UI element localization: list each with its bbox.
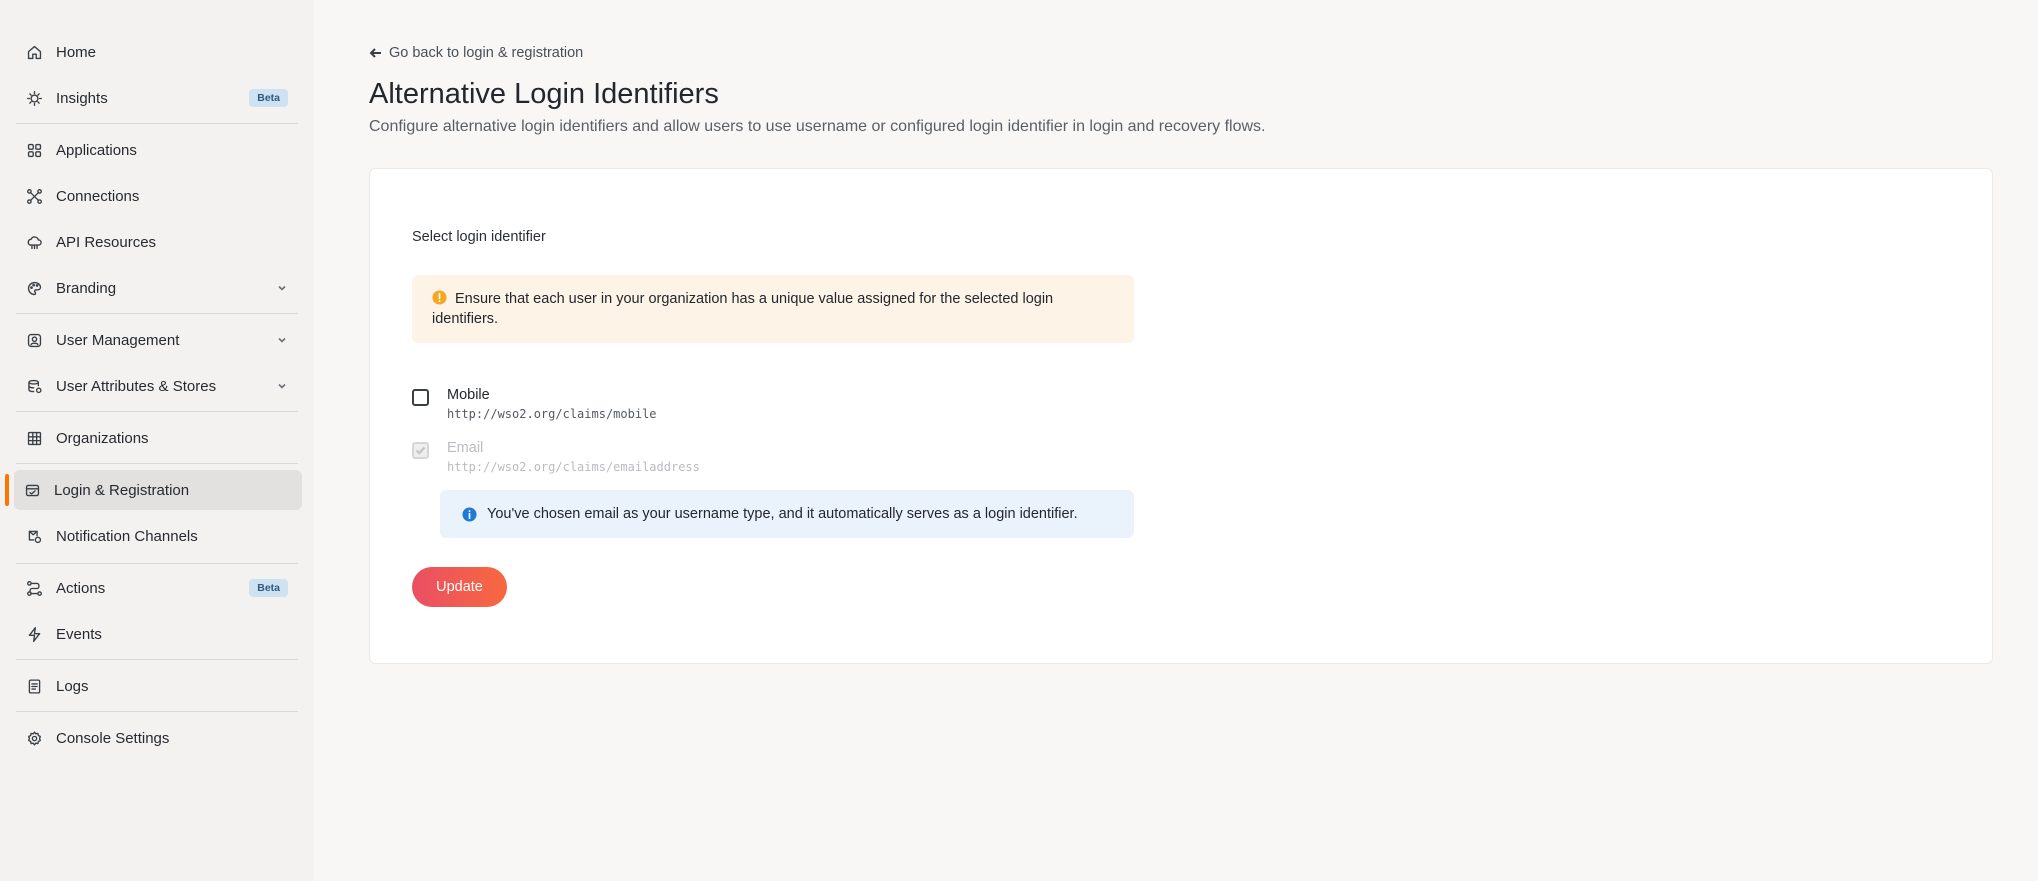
sidebar-item-label: Applications (56, 141, 137, 159)
email-claim-uri: http://wso2.org/claims/emailaddress (447, 460, 700, 474)
chevron-down-icon (276, 333, 288, 345)
back-link[interactable]: Go back to login & registration (369, 45, 583, 61)
chevron-down-icon (276, 379, 288, 391)
beta-badge: Beta (249, 579, 288, 597)
sidebar-item-console-settings[interactable]: Console Settings (16, 718, 302, 758)
back-link-label: Go back to login & registration (389, 45, 584, 61)
bulb-icon (24, 88, 44, 108)
sidebar-item-actions[interactable]: Actions Beta (16, 568, 302, 608)
beta-badge: Beta (249, 89, 288, 107)
sidebar-item-label: Login & Registration (54, 481, 190, 499)
divider (16, 563, 298, 564)
divider (16, 313, 298, 314)
logs-icon (24, 676, 44, 696)
sidebar-item-label: Events (56, 625, 102, 643)
connections-icon (24, 186, 44, 206)
sidebar-item-home[interactable]: Home (16, 32, 302, 72)
sidebar-item-label: Organizations (56, 429, 149, 447)
main-content: Go back to login & registration Alternat… (314, 0, 2038, 881)
section-label: Select login identifier (412, 229, 546, 245)
divider (16, 659, 298, 660)
building-icon (24, 428, 44, 448)
sidebar-item-label: Notification Channels (56, 527, 198, 545)
sidebar-item-user-attributes-stores[interactable]: User Attributes & Stores (16, 366, 302, 406)
sidebar-item-api-resources[interactable]: API Resources (16, 222, 302, 262)
sidebar-item-notification-channels[interactable]: Notification Channels (16, 516, 302, 556)
sidebar-item-organizations[interactable]: Organizations (16, 418, 302, 458)
sidebar-item-label: Branding (56, 279, 117, 297)
sidebar-item-branding[interactable]: Branding (16, 268, 302, 308)
mobile-checkbox[interactable] (412, 389, 429, 406)
email-checkbox[interactable] (412, 442, 429, 459)
sidebar: Home Insights Beta Applications Connecti… (0, 0, 314, 881)
sidebar-item-label: API Resources (56, 233, 157, 251)
sidebar-item-label: Logs (56, 677, 89, 695)
checkmark-icon (415, 446, 426, 455)
sidebar-item-insights[interactable]: Insights Beta (16, 78, 302, 118)
login-icon (22, 480, 42, 500)
sidebar-item-label: User Attributes & Stores (56, 377, 217, 395)
sidebar-item-label: Home (56, 43, 97, 61)
sidebar-item-login-registration[interactable]: Login & Registration (14, 470, 302, 510)
settings-card: Select login identifier Ensure that each… (369, 168, 1993, 664)
sidebar-item-events[interactable]: Events (16, 614, 302, 654)
sidebar-item-label: Console Settings (56, 729, 170, 747)
info-text: You've chosen email as your username typ… (487, 506, 1078, 522)
actions-icon (24, 578, 44, 598)
active-indicator (5, 474, 9, 506)
email-option: Email http://wso2.org/claims/emailaddres… (412, 440, 912, 480)
notification-icon (24, 526, 44, 546)
sidebar-item-label: User Management (56, 331, 180, 349)
divider (16, 411, 298, 412)
settings-icon (24, 728, 44, 748)
update-button[interactable]: Update (412, 567, 507, 607)
database-icon (24, 376, 44, 396)
page-title: Alternative Login Identifiers (369, 78, 719, 110)
bolt-icon (24, 624, 44, 644)
sidebar-item-applications[interactable]: Applications (16, 130, 302, 170)
email-label: Email (447, 440, 484, 456)
divider (16, 123, 298, 124)
sidebar-item-user-management[interactable]: User Management (16, 320, 302, 360)
info-message: You've chosen email as your username typ… (440, 490, 1134, 538)
user-icon (24, 330, 44, 350)
home-icon (24, 42, 44, 62)
sidebar-item-connections[interactable]: Connections (16, 176, 302, 216)
warning-icon (432, 290, 447, 305)
mobile-label: Mobile (447, 387, 490, 403)
divider (16, 463, 298, 464)
palette-icon (24, 278, 44, 298)
chevron-down-icon (276, 281, 288, 293)
info-icon (462, 506, 477, 522)
page-description: Configure alternative login identifiers … (369, 118, 1266, 135)
sidebar-item-logs[interactable]: Logs (16, 666, 302, 706)
sidebar-item-label: Insights (56, 89, 108, 107)
warning-text: Ensure that each user in your organizati… (432, 291, 1054, 327)
sidebar-item-label: Actions (56, 579, 106, 597)
mobile-claim-uri: http://wso2.org/claims/mobile (447, 407, 657, 421)
arrow-left-icon (369, 48, 381, 58)
mobile-option: Mobile http://wso2.org/claims/mobile (412, 387, 912, 427)
sidebar-item-label: Connections (56, 187, 140, 205)
grid-icon (24, 140, 44, 160)
warning-message: Ensure that each user in your organizati… (412, 275, 1134, 343)
divider (16, 711, 298, 712)
cloud-icon (24, 232, 44, 252)
